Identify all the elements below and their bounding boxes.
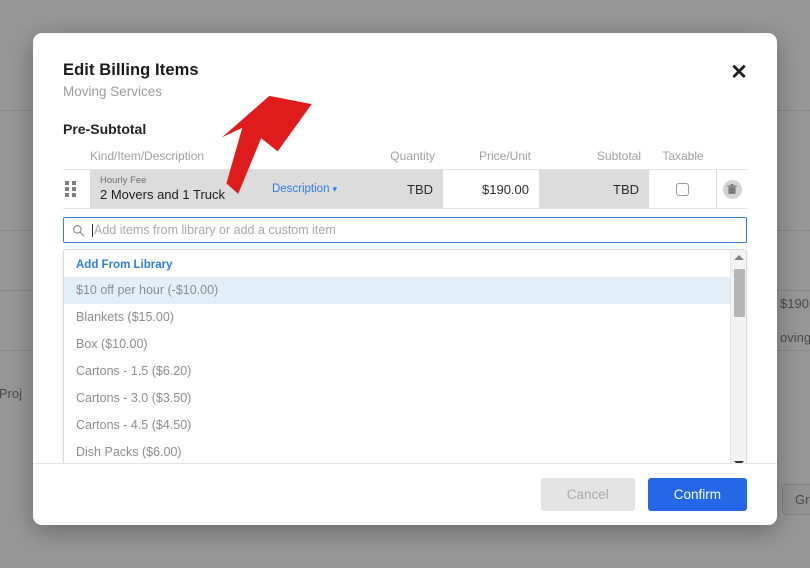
cancel-button[interactable]: Cancel	[540, 478, 635, 511]
confirm-button[interactable]: Confirm	[647, 478, 747, 511]
item-kind: Hourly Fee	[100, 174, 147, 186]
taxable-checkbox[interactable]	[676, 182, 689, 196]
list-item[interactable]: Box ($10.00)	[64, 331, 746, 358]
header-quantity: Quantity	[390, 149, 435, 163]
billing-items-table: Kind/Item/Description Quantity Price/Uni…	[33, 149, 777, 209]
search-area	[33, 217, 777, 243]
drag-handle-icon[interactable]	[63, 170, 90, 208]
cell-subtotal: TBD	[539, 170, 649, 208]
cell-taxable	[649, 170, 717, 208]
library-dropdown: Add From Library $10 off per hour (-$10.…	[63, 249, 747, 471]
header-description: Kind/Item/Description	[90, 149, 205, 163]
list-item[interactable]: Cartons - 1.5 ($6.20)	[64, 358, 746, 385]
description-toggle-link[interactable]: Description ▾	[272, 183, 337, 195]
close-icon[interactable]: ✕	[725, 58, 753, 86]
list-item[interactable]: Cartons - 3.0 ($3.50)	[64, 385, 746, 412]
header-taxable: Taxable	[662, 149, 704, 163]
modal-title: Edit Billing Items	[63, 61, 199, 79]
modal-subtitle: Moving Services	[63, 84, 163, 99]
chevron-down-icon: ▾	[332, 184, 337, 194]
dropdown-scrollbar[interactable]	[730, 250, 746, 470]
scrollbar-thumb[interactable]	[734, 269, 745, 317]
list-item[interactable]: Dish Packs ($6.00)	[64, 439, 746, 466]
modal-footer: Cancel Confirm	[33, 463, 777, 525]
library-dropdown-area: Add From Library $10 off per hour (-$10.…	[33, 249, 777, 471]
item-name: 2 Movers and 1 Truck	[100, 186, 225, 202]
drag-dots-icon	[65, 181, 76, 197]
header-price-unit: Price/Unit	[478, 149, 531, 163]
header-subtotal: Subtotal	[596, 149, 641, 163]
list-item[interactable]: Cartons - 4.5 ($4.50)	[64, 412, 746, 439]
search-box[interactable]	[63, 217, 747, 243]
cell-description[interactable]: Hourly Fee 2 Movers and 1 Truck Descript…	[90, 170, 347, 208]
modal-header: Edit Billing Items Moving Services ✕	[33, 33, 777, 99]
library-list-header: Add From Library	[76, 259, 173, 271]
text-cursor	[92, 223, 93, 237]
section-title-pre-subtotal: Pre-Subtotal	[63, 121, 147, 137]
cell-quantity[interactable]: TBD	[347, 170, 443, 208]
search-icon	[73, 224, 85, 236]
edit-billing-items-modal: Edit Billing Items Moving Services ✕ Pre…	[33, 33, 777, 525]
cell-price-unit[interactable]: $190.00	[443, 170, 539, 208]
list-item[interactable]: Blankets ($15.00)	[64, 304, 746, 331]
scroll-up-icon[interactable]	[731, 250, 746, 264]
description-link-label: Description	[271, 183, 330, 195]
trash-icon[interactable]	[722, 179, 742, 199]
table-header-row: Kind/Item/Description Quantity Price/Uni…	[63, 149, 747, 169]
list-item[interactable]: $10 off per hour (-$10.00)	[64, 277, 746, 304]
item-kind-name: Hourly Fee 2 Movers and 1 Truck	[100, 175, 225, 203]
cell-delete	[717, 170, 747, 208]
table-row: Hourly Fee 2 Movers and 1 Truck Descript…	[63, 169, 747, 209]
library-list: Add From Library $10 off per hour (-$10.…	[64, 250, 746, 470]
search-input[interactable]	[94, 223, 738, 237]
